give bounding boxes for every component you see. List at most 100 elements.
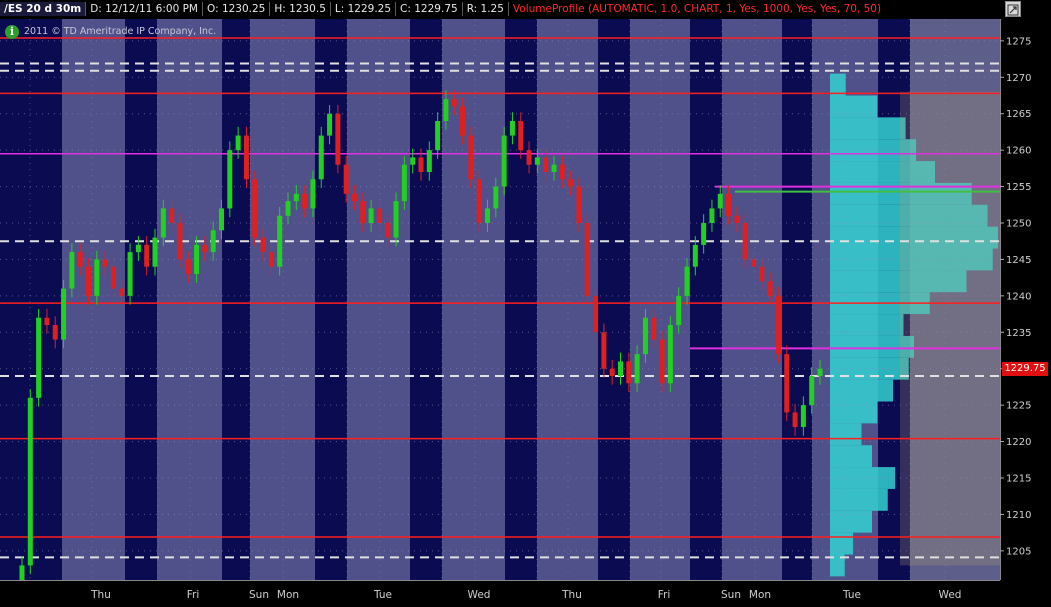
candle-body (509, 121, 515, 136)
candle-body (684, 266, 690, 296)
candle-body (293, 193, 299, 202)
candle-body (526, 150, 532, 165)
date-readout: D: 12/12/11 6:00 PM (86, 2, 203, 16)
time-tick-label: Sun (249, 589, 269, 601)
time-tick-label: Wed (468, 589, 491, 601)
candle-body (792, 412, 798, 427)
copyright-notice: 2011 © TD Ameritrade IP Company, Inc. (24, 26, 217, 37)
candle-body (352, 193, 357, 202)
candle-body (485, 208, 490, 223)
candle-body (235, 135, 241, 151)
time-tick-label: Tue (373, 589, 392, 601)
volume-profile-bar (830, 73, 846, 96)
candle-body (534, 157, 540, 165)
night-session-band (690, 19, 722, 580)
candle-body (302, 193, 308, 209)
volume-profile (830, 73, 1000, 577)
volume-profile-bar (830, 445, 872, 468)
time-tick-label: Thu (561, 589, 582, 601)
candle-body (443, 99, 449, 121)
candle-body (19, 565, 25, 580)
price-tick-label: 1260 (1006, 146, 1031, 157)
candle-body (410, 157, 416, 165)
candle-body (343, 164, 349, 194)
range-readout: R: 1.25 (463, 2, 509, 16)
candle-body (576, 186, 582, 223)
candle-body (285, 201, 291, 216)
volume-profile-bar (830, 532, 854, 555)
candle-body (185, 259, 191, 274)
price-tick-label: 1270 (1006, 73, 1031, 84)
price-tick-label: 1215 (1006, 474, 1031, 485)
candle-body (36, 317, 42, 398)
candle-body (418, 157, 424, 172)
candle-body (135, 244, 141, 253)
candle-body (476, 179, 482, 223)
night-session-band (315, 19, 347, 580)
time-tick-label: Fri (187, 589, 200, 601)
candle-body (518, 121, 524, 151)
candle-body (626, 361, 632, 384)
night-session-band (505, 19, 537, 580)
candle-body (568, 179, 574, 187)
settings-icon (1007, 4, 1019, 16)
candle-body (61, 288, 67, 340)
night-session-band (598, 19, 630, 580)
info-icon[interactable]: i (5, 25, 19, 39)
candle-body (817, 368, 823, 376)
candle-body (177, 223, 183, 260)
price-tick-label: 1225 (1006, 401, 1031, 412)
candle-body (318, 135, 324, 180)
candle-body (277, 215, 283, 267)
high-readout: H: 1230.5 (270, 2, 331, 16)
time-tick-label: Fri (658, 589, 671, 601)
candle-body (435, 121, 441, 151)
time-tick-label: Thu (90, 589, 111, 601)
candle-body (593, 295, 599, 333)
candle-body (742, 223, 748, 260)
candle-body (385, 223, 391, 238)
price-tick-label: 1275 (1006, 36, 1031, 47)
price-chart: 1205121012151220122512301235124012451250… (0, 0, 1051, 607)
time-tick-label: Mon (749, 589, 771, 601)
candle-body (692, 244, 698, 267)
candle-body (634, 354, 640, 384)
price-tick-label: 1265 (1006, 109, 1031, 120)
price-tick-label: 1205 (1006, 546, 1031, 557)
chart-settings-button[interactable] (1005, 1, 1021, 17)
symbol-label[interactable]: /ES 20 d 30m (0, 2, 87, 16)
candle-body (609, 368, 615, 376)
candle-body (601, 332, 607, 369)
candle-body (94, 259, 100, 296)
candle-body (210, 230, 216, 253)
candle-body (152, 237, 158, 267)
volume-profile-bar (830, 488, 888, 511)
time-tick-label: Tue (842, 589, 861, 601)
open-readout: O: 1230.25 (203, 2, 271, 16)
candle-body (144, 244, 150, 267)
candle-body (468, 135, 474, 180)
candle-body (501, 135, 507, 187)
candle-body (551, 164, 557, 172)
candle-body (202, 244, 208, 253)
time-axis: Thu Fri Sun Mon Tue Wed Thu Fri Sun Mon Tue Wed (0, 580, 1000, 607)
candle-body (701, 223, 707, 245)
price-tick-label: 1245 (1006, 255, 1031, 266)
candle-body (310, 179, 316, 209)
night-session-band (222, 19, 250, 580)
candle-body (268, 252, 274, 267)
low-readout: L: 1229.25 (331, 2, 397, 16)
candle-body (110, 266, 116, 289)
study-label[interactable]: VolumeProfile (AUTOMATIC, 1.0, CHART, 1,… (509, 2, 885, 16)
candle-body (800, 405, 806, 427)
candle-body (460, 106, 466, 136)
candle-body (717, 193, 723, 209)
candle-body (726, 193, 732, 216)
candle-body (27, 397, 33, 566)
candle-body (809, 376, 815, 406)
candle-body (376, 208, 382, 223)
price-tick-label: 1240 (1006, 291, 1031, 302)
price-tick-label: 1210 (1006, 510, 1031, 521)
price-axis: 1205121012151220122512301235124012451250… (1000, 19, 1051, 607)
time-tick-label: Mon (277, 589, 299, 601)
